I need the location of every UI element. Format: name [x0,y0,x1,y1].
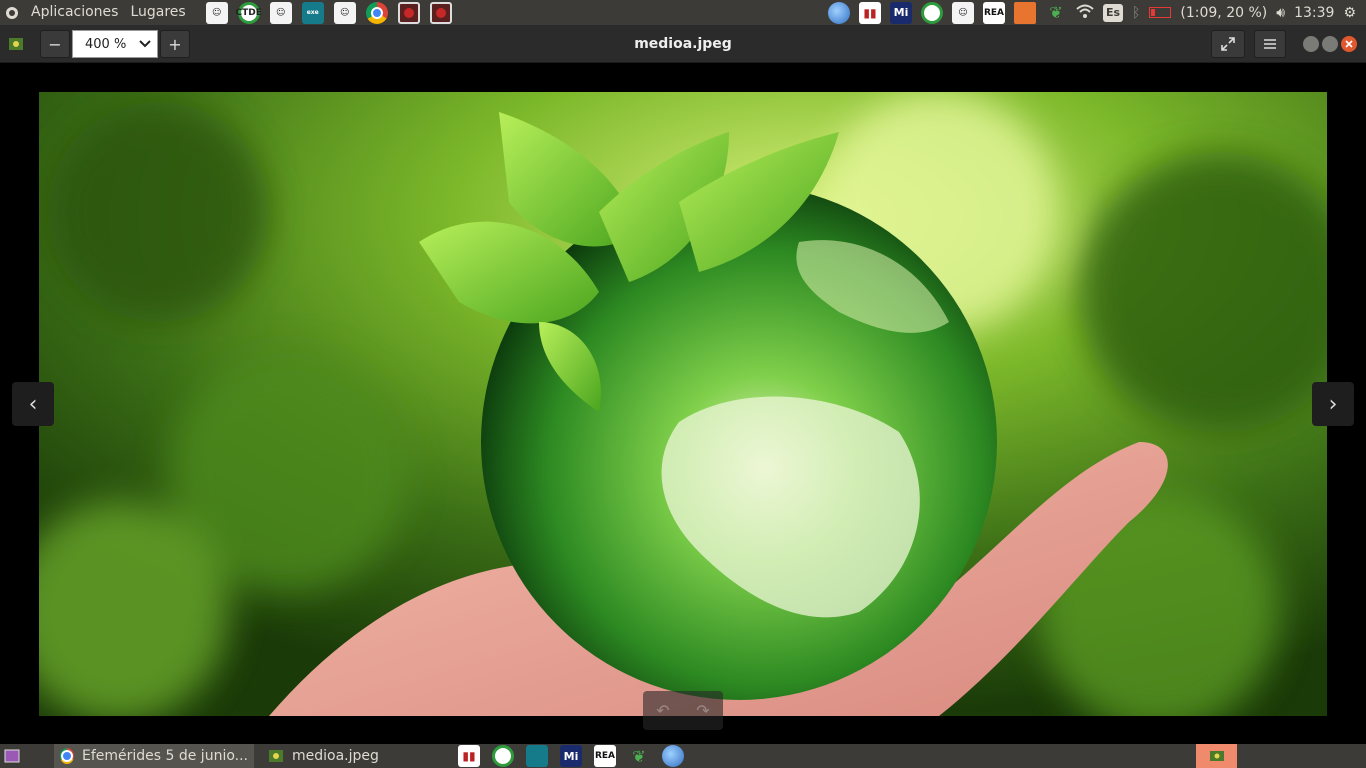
applications-menu[interactable]: Aplicaciones [0,0,124,25]
task-browser[interactable]: Efemérides 5 de junio... [54,744,254,768]
rotate-left-button[interactable]: ↶ [643,691,683,730]
zoom-in-button[interactable]: + [160,30,190,58]
ctde-launcher-icon[interactable]: CTDE [236,1,262,24]
task-image-viewer[interactable]: medioa.jpeg [262,744,385,768]
mi-app-icon[interactable]: Mi [560,745,582,767]
task-label: Efemérides 5 de junio... [81,748,248,764]
desktop-icon [4,749,20,763]
avatar-launcher-icon[interactable]: ☺ [333,1,356,24]
volume-icon[interactable]: 🔊︎ [1276,5,1285,21]
fullscreen-icon [1221,37,1235,51]
menu-button[interactable] [1254,30,1286,58]
rotate-right-button[interactable]: ↷ [683,691,723,730]
next-image-button[interactable]: › [1312,382,1354,426]
fullscreen-button[interactable] [1211,30,1245,58]
frog-app-icon[interactable]: ❦ [1045,2,1067,24]
library-icon[interactable]: ▮▮ [859,1,881,24]
image-viewport[interactable]: ‹ › ↶ ↷ [0,64,1366,744]
window-title: medioa.jpeg [634,36,732,52]
chrome-icon[interactable] [365,1,388,24]
clock[interactable]: 13:39 [1294,5,1334,21]
viewer-header: − 400 % + medioa.jpeg [0,25,1366,63]
maximize-button[interactable] [1322,36,1338,52]
previous-image-button[interactable]: ‹ [12,382,54,426]
minimize-button[interactable] [1303,36,1319,52]
bluetooth-icon[interactable]: ᛒ [1132,5,1140,21]
image-viewer-icon [269,750,283,762]
wifi-icon[interactable] [1076,4,1094,22]
applications-label: Aplicaciones [31,4,119,20]
task-label: medioa.jpeg [292,748,379,764]
ctde-tray-icon[interactable] [921,1,943,24]
hamburger-icon [1264,39,1276,49]
places-menu[interactable]: Lugares [124,0,191,25]
mi-app-icon[interactable]: Mi [890,1,912,24]
frog-app-icon[interactable]: ❦ [628,745,650,767]
gear-icon[interactable]: ⚙ [1343,5,1356,21]
show-desktop-button[interactable] [0,744,26,768]
app-icon [6,30,26,58]
top-panel: Aplicaciones Lugares ☺ CTDE ☺ exe ☺ ▮▮ M… [0,0,1366,25]
keyboard-layout-indicator[interactable]: Es [1103,3,1123,22]
avatar-launcher-icon[interactable]: ☺ [205,1,228,24]
zoom-level-select[interactable]: 400 % [72,30,158,58]
zoom-level-value: 400 % [85,36,127,52]
exelearning-launcher-icon[interactable]: exe [301,1,324,24]
rea-icon[interactable]: REA [983,1,1005,24]
system-tray: ▮▮ Mi ☺ REA ❦ Es ᛒ (1:09, 20 %) 🔊︎ 13:39… [828,0,1366,25]
image-viewer-icon [1209,751,1224,761]
bottom-taskbar: Efemérides 5 de junio... medioa.jpeg ▮▮ … [0,744,1366,768]
close-icon [1345,40,1353,48]
displayed-image [39,92,1327,716]
recorder-icon[interactable] [429,1,452,24]
chevron-down-icon [139,37,151,52]
taskbar-launchers: ▮▮ Mi REA ❦ [458,745,684,767]
avatar-tray-icon[interactable]: ☺ [952,1,974,24]
battery-status: (1:09, 20 %) [1180,4,1268,21]
workspace-switcher[interactable] [1196,744,1237,768]
rotate-controls: ↶ ↷ [643,691,723,730]
avatar-launcher-icon[interactable]: ☺ [269,1,292,24]
browser-globe-icon[interactable] [662,745,684,767]
launcher-bar: ☺ CTDE ☺ exe ☺ [205,1,452,24]
recorder-icon[interactable] [397,1,420,24]
applications-icon [6,6,18,19]
library-icon[interactable]: ▮▮ [458,745,480,767]
zoom-out-button[interactable]: − [40,30,70,58]
ctde-launcher-icon[interactable] [492,745,514,767]
close-button[interactable] [1341,36,1357,52]
folder-icon[interactable] [1014,1,1036,24]
battery-icon[interactable] [1149,7,1172,18]
rea-icon[interactable]: REA [594,745,616,767]
browser-globe-icon[interactable] [828,1,850,24]
exelearning-launcher-icon[interactable] [526,745,548,767]
chrome-icon [60,748,74,764]
